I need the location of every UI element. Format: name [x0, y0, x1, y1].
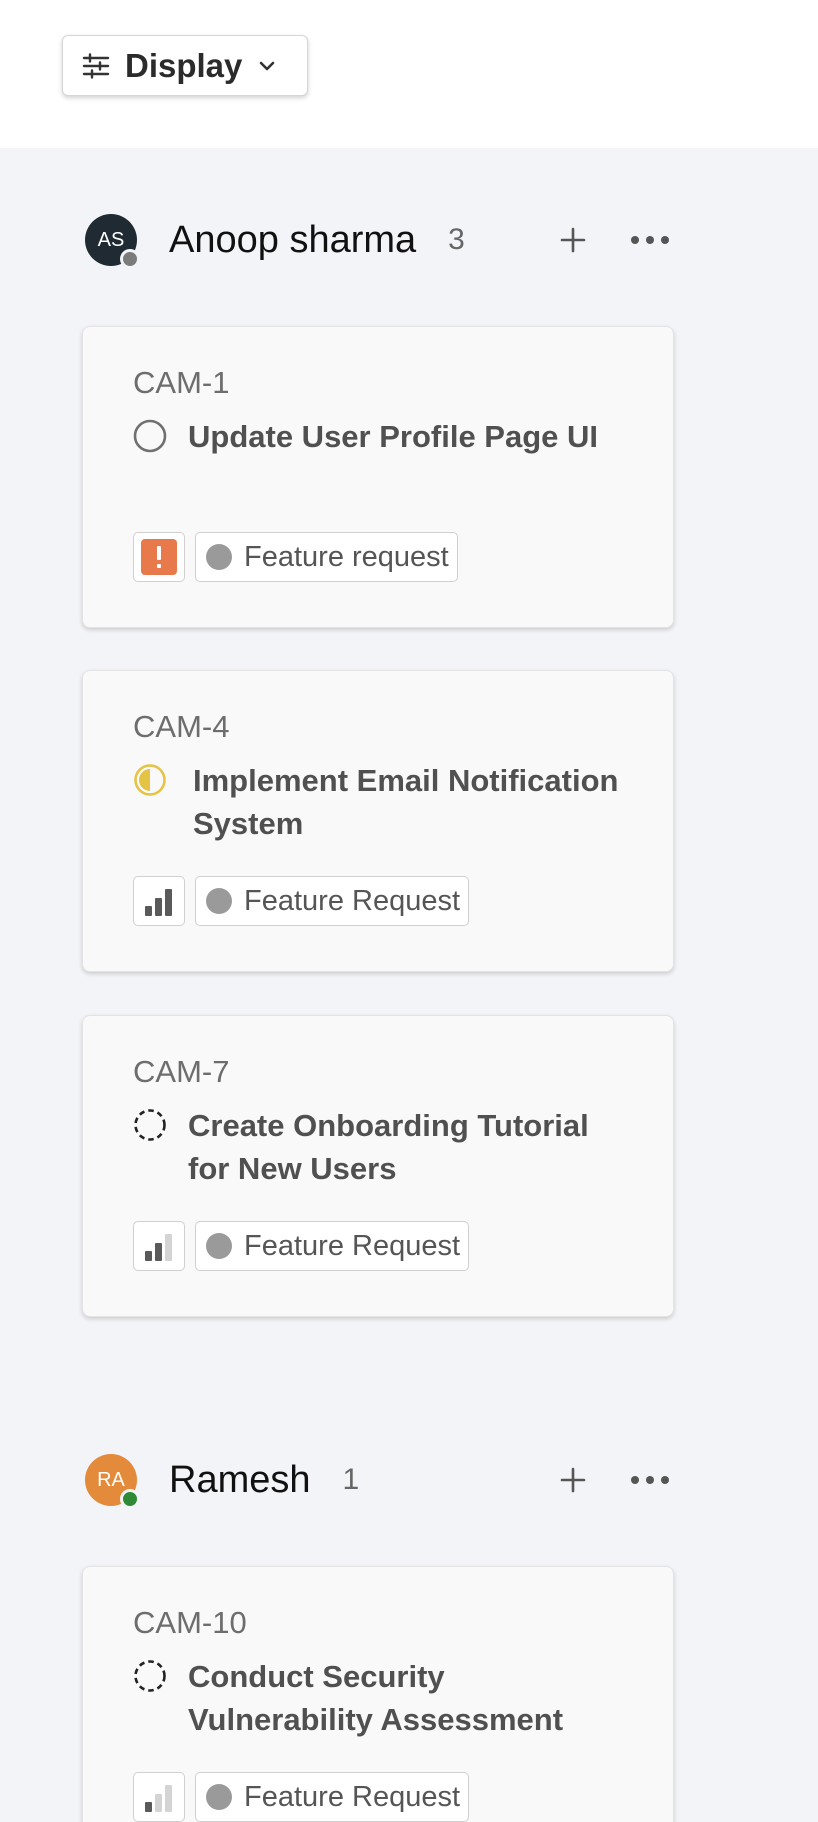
label-text: Feature Request: [244, 1229, 461, 1262]
presence-indicator: [120, 249, 140, 269]
low-priority-bars-icon[interactable]: [133, 1772, 185, 1822]
chevron-down-icon: [256, 55, 278, 77]
issue-title: Conduct Security Vulnerability Assessmen…: [188, 1659, 564, 1737]
urgent-priority-icon[interactable]: [133, 532, 185, 582]
issue-id: CAM-4: [133, 709, 230, 744]
display-options-button[interactable]: Display: [62, 35, 308, 96]
group-name: Ramesh: [169, 1458, 311, 1501]
more-horizontal-icon[interactable]: [625, 1462, 675, 1498]
top-toolbar: Display: [0, 0, 818, 148]
label-chip[interactable]: Feature request: [195, 532, 458, 582]
in-progress-half-circle-icon[interactable]: [133, 763, 167, 797]
group-header-anoop-sharma: AS Anoop sharma 3: [85, 214, 685, 269]
label-color-dot: [206, 544, 232, 570]
issue-id: CAM-10: [133, 1605, 247, 1640]
label-text: Feature Request: [244, 1780, 461, 1813]
label-color-dot: [206, 1784, 232, 1810]
avatar: AS: [85, 214, 140, 269]
label-chip[interactable]: Feature Request: [195, 1772, 470, 1822]
high-priority-bars-icon[interactable]: [133, 876, 185, 926]
issue-id: CAM-1: [133, 365, 230, 400]
issue-card[interactable]: CAM-1 Update User Profile Page UI Featur…: [82, 326, 674, 628]
group-count: 3: [448, 223, 465, 256]
label-color-dot: [206, 1233, 232, 1259]
label-text: Feature Request: [244, 884, 461, 917]
label-chip[interactable]: Feature Request: [195, 1221, 470, 1271]
backlog-dashed-circle-icon[interactable]: [133, 1659, 167, 1693]
display-button-label: Display: [125, 46, 243, 84]
group-count: 1: [342, 1463, 360, 1496]
avatar-initials: AS: [97, 228, 125, 251]
backlog-dashed-circle-icon[interactable]: [133, 1108, 167, 1142]
issue-card[interactable]: CAM-7 Create Onboarding Tutorial for New…: [82, 1015, 674, 1317]
group-header-ramesh: RA Ramesh 1: [85, 1454, 685, 1509]
medium-priority-bars-icon[interactable]: [133, 1221, 185, 1271]
label-text: Feature request: [244, 540, 449, 573]
sliders-icon: [81, 52, 111, 79]
more-horizontal-icon[interactable]: [625, 222, 675, 258]
avatar-initials: RA: [97, 1468, 125, 1491]
plus-icon[interactable]: [555, 1462, 591, 1498]
issue-title: Update User Profile Page UI: [188, 419, 599, 454]
issue-id: CAM-7: [133, 1054, 230, 1089]
label-chip[interactable]: Feature Request: [195, 876, 470, 926]
issue-title: Create Onboarding Tutorial for New Users: [188, 1108, 589, 1186]
board-view: AS Anoop sharma 3 CAM-1 Update User Prof…: [0, 148, 818, 1822]
group-name: Anoop sharma: [169, 218, 417, 261]
todo-circle-icon[interactable]: [133, 419, 167, 453]
issue-card[interactable]: CAM-4 Implement Email Notification Syste…: [82, 670, 674, 972]
plus-icon[interactable]: [555, 222, 591, 258]
presence-indicator: [120, 1489, 140, 1509]
issue-card[interactable]: CAM-10 Conduct Security Vulnerability As…: [82, 1566, 674, 1822]
label-color-dot: [206, 888, 232, 914]
issue-title: Implement Email Notification System: [193, 763, 619, 841]
avatar: RA: [85, 1454, 140, 1509]
